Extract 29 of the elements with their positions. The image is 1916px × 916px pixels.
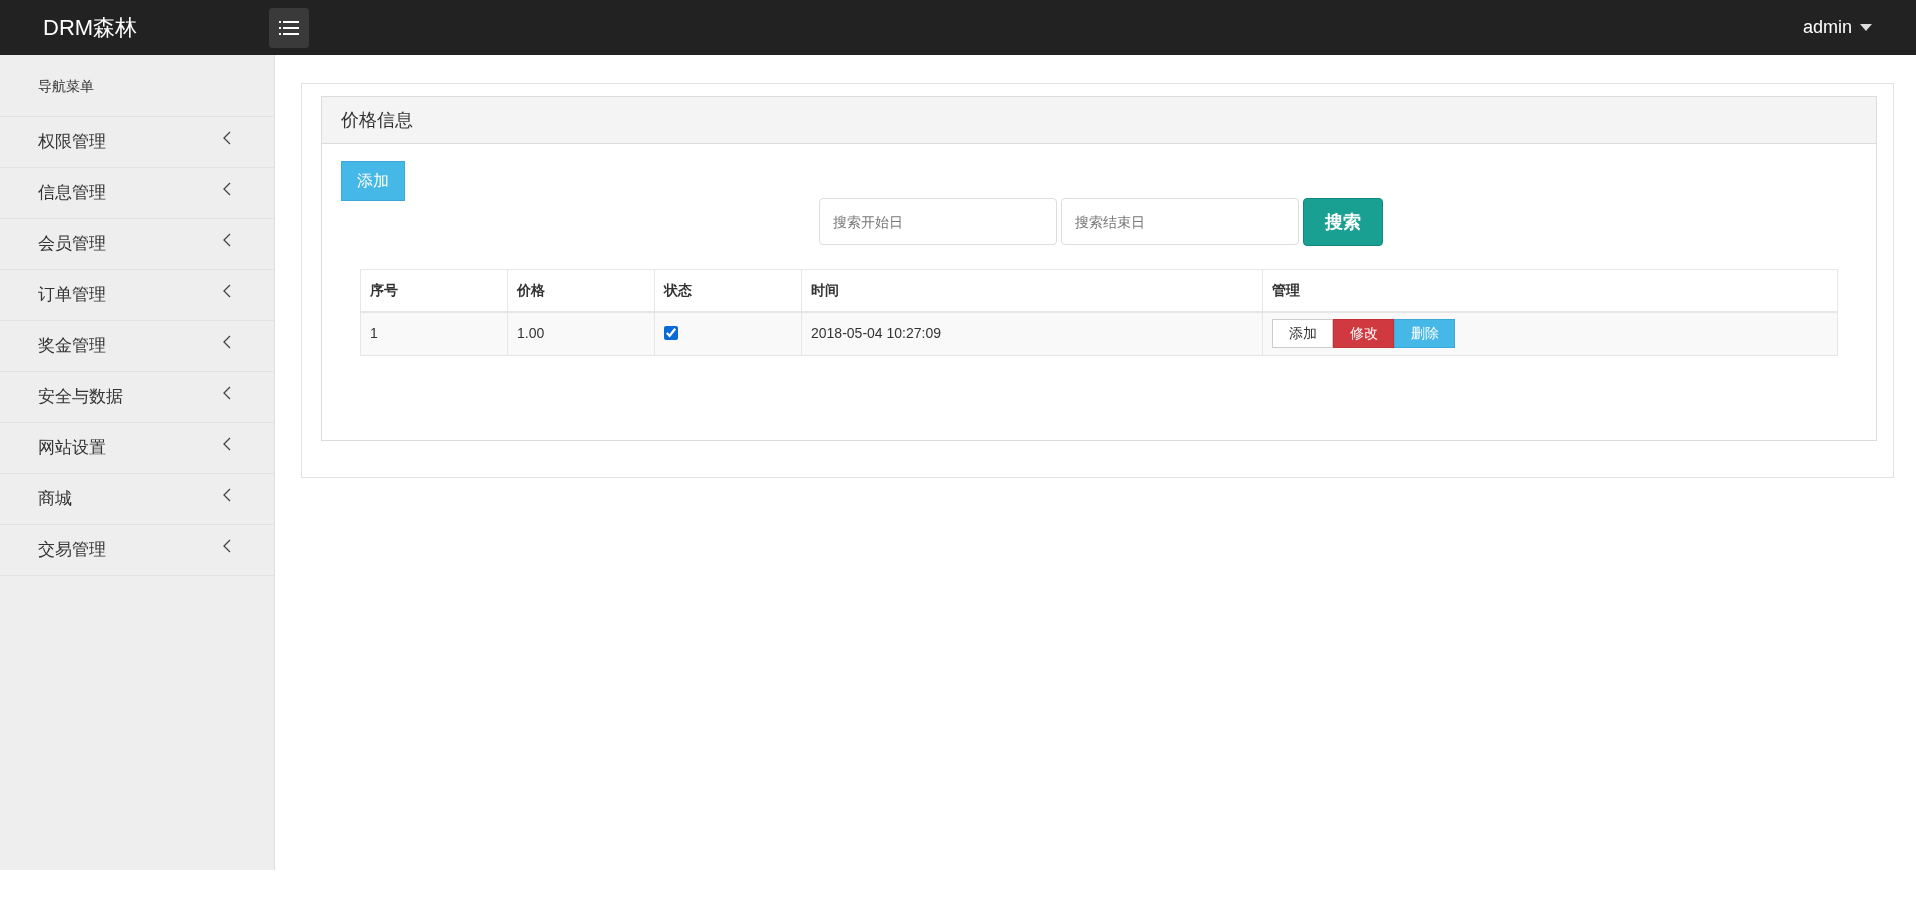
column-header: 价格 (507, 269, 655, 312)
edit-button[interactable]: 修改 (1333, 319, 1394, 349)
sidebar-item[interactable]: 交易管理 (0, 525, 274, 576)
caret-icon (1860, 24, 1872, 31)
user-menu[interactable]: admin (1802, 14, 1872, 41)
end-date-field[interactable]: 搜索结束日 (1061, 198, 1299, 245)
menu-icon (279, 20, 299, 35)
start-date-field[interactable]: 搜索开始日 (819, 198, 1057, 245)
sidebar-item[interactable]: 网站设置 (0, 423, 274, 474)
sidebar-heading: 导航菜单 (38, 77, 94, 96)
column-header: 状态 (654, 269, 802, 312)
sidebar-item[interactable]: 奖金管理 (0, 321, 274, 372)
sidebar-item[interactable]: 商城 (0, 474, 274, 525)
column-header: 序号 (360, 269, 508, 312)
sidebar-item[interactable]: 会员管理 (0, 219, 274, 270)
sidebar-item[interactable]: 权限管理 (0, 117, 274, 168)
panel-title: 价格信息 (341, 108, 413, 132)
sidebar-item[interactable]: 订单管理 (0, 270, 274, 321)
column-header: 时间 (801, 269, 1263, 312)
menu-toggle-button[interactable] (269, 7, 309, 48)
table-cell: 1 (360, 311, 508, 356)
add-row-button[interactable]: 添加 (1272, 319, 1333, 349)
brand-title[interactable]: DRM森林 (43, 15, 138, 40)
table-cell: 2018-05-04 10:27:09 (801, 311, 1263, 356)
table-cell: 1.00 (507, 311, 655, 356)
status-checkbox[interactable] (664, 325, 678, 340)
sidebar-item[interactable]: 信息管理 (0, 168, 274, 219)
sidebar-item[interactable]: 安全与数据 (0, 372, 274, 423)
column-header: 管理 (1262, 269, 1838, 312)
